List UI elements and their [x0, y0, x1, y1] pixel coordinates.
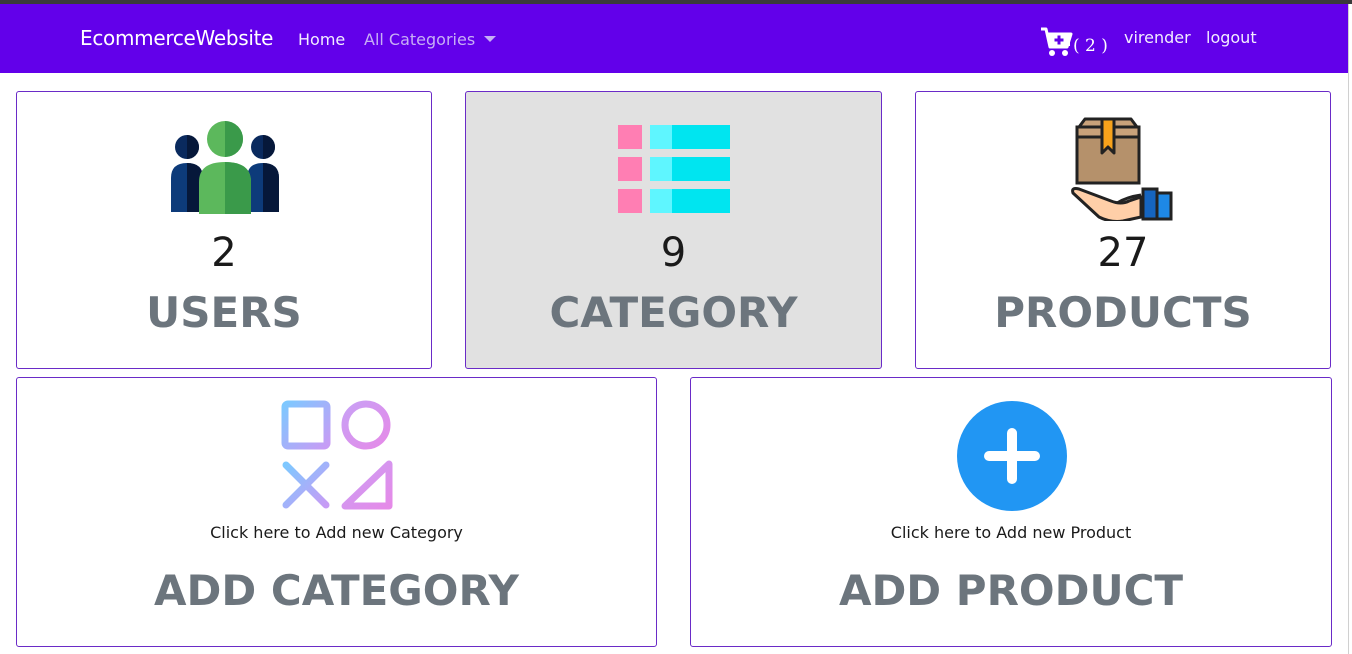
- nav-categories-dropdown[interactable]: All Categories: [364, 30, 497, 49]
- brand-link[interactable]: EcommerceWebsite: [80, 26, 273, 50]
- cart-count: ( 2 ): [1073, 36, 1108, 56]
- nav-user-link[interactable]: virender: [1124, 28, 1191, 47]
- add-category-hint: Click here to Add new Category: [210, 523, 463, 542]
- cart-plus-icon: [1041, 27, 1073, 56]
- nav-categories-label: All Categories: [364, 30, 476, 49]
- products-card[interactable]: 27 PRODUCTS: [915, 91, 1331, 369]
- add-product-card[interactable]: Click here to Add new Product ADD PRODUC…: [690, 377, 1332, 647]
- chevron-down-icon: [484, 36, 497, 42]
- category-card[interactable]: 9 CATEGORY: [465, 91, 882, 369]
- products-count: 27: [1097, 230, 1149, 276]
- users-card[interactable]: 2 USERS: [16, 91, 432, 369]
- users-count: 2: [211, 230, 237, 276]
- add-product-label: ADD PRODUCT: [838, 566, 1184, 615]
- list-icon: [618, 125, 730, 213]
- add-category-label: ADD CATEGORY: [154, 566, 519, 615]
- users-label: USERS: [146, 288, 302, 337]
- scrollbar-track[interactable]: [1348, 4, 1352, 654]
- shapes-icon: [281, 400, 393, 510]
- add-product-hint: Click here to Add new Product: [890, 523, 1132, 542]
- navbar: EcommerceWebsite Home All Categories ( 2…: [0, 4, 1348, 73]
- users-icon: [171, 121, 279, 214]
- nav-home-link[interactable]: Home: [298, 30, 345, 49]
- products-label: PRODUCTS: [994, 288, 1252, 337]
- product-box-hand-icon: [1071, 117, 1173, 221]
- nav-logout-link[interactable]: logout: [1206, 28, 1257, 47]
- category-count: 9: [660, 230, 687, 276]
- plus-circle-icon: [957, 401, 1067, 511]
- category-label: CATEGORY: [549, 288, 798, 337]
- add-category-card[interactable]: Click here to Add new Category ADD CATEG…: [16, 377, 657, 647]
